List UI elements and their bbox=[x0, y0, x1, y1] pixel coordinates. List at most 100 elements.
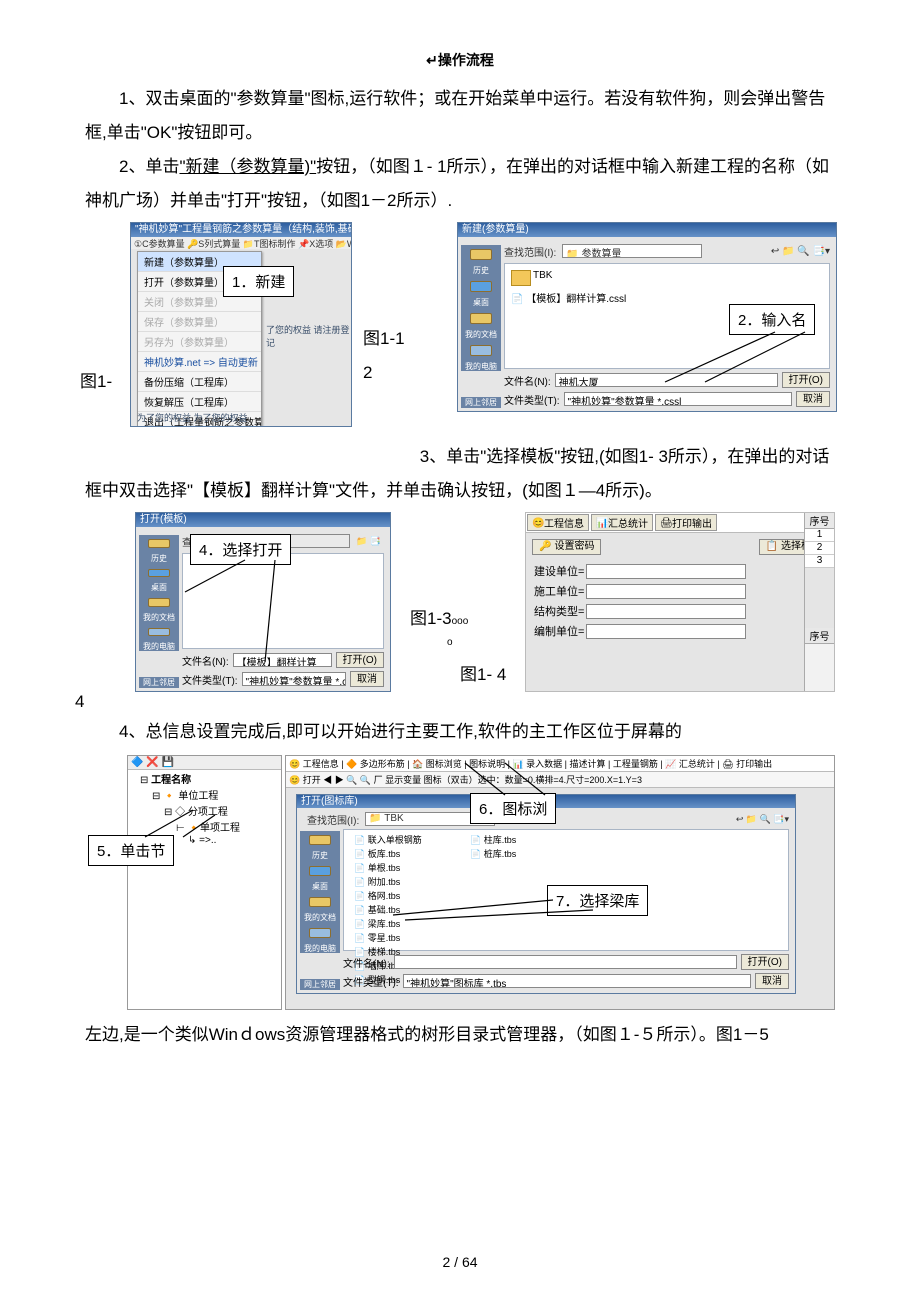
file-item[interactable]: 📄 格网.tbs bbox=[354, 889, 422, 902]
fname-label: 文件名(N): bbox=[504, 373, 551, 388]
menu-restore[interactable]: 恢复解压（工程库） bbox=[138, 392, 261, 412]
fig3-file-area[interactable] bbox=[182, 553, 384, 649]
cancel-button[interactable]: 取消 bbox=[796, 391, 830, 407]
paragraph-2: 2、单击"新建（参数算量)"按钮，（如图１- 1所示），在弹出的对话框中输入新建… bbox=[85, 150, 835, 218]
page-number: 2 / 64 bbox=[0, 1254, 920, 1270]
file-item[interactable]: 📄 桩库.tbs bbox=[470, 847, 516, 860]
nav-icons[interactable]: ↩ 📁 🔍 📑▾ bbox=[736, 814, 789, 825]
desktop-icon[interactable] bbox=[148, 569, 170, 578]
menu-backup[interactable]: 备份压缩（工程库） bbox=[138, 372, 261, 392]
fig4-panel: 😊工程信息 📊汇总统计 🖨打印输出 🔑 设置密码 📋 选择模板 建设单位= 施工… bbox=[525, 512, 835, 692]
mydocs-icon[interactable] bbox=[309, 897, 331, 907]
grid-row: 2 bbox=[805, 542, 834, 555]
cancel-button[interactable]: 取消 bbox=[350, 671, 384, 687]
fname-label: 文件名(N): bbox=[182, 653, 229, 668]
tree-l2[interactable]: ⊟ ◇ 分项工程 ⊢ 🔸单项工程 ↳ =>.. bbox=[164, 802, 281, 849]
set-password-button[interactable]: 🔑 设置密码 bbox=[532, 539, 601, 555]
ftype-label: 文件类型(T): bbox=[182, 672, 238, 687]
callout-2-input: 2．输入名 bbox=[729, 304, 815, 335]
tab-projinfo[interactable]: 😊工程信息 bbox=[527, 514, 589, 531]
p2-underline: "新建（参数算量)" bbox=[179, 157, 316, 176]
file-item[interactable]: 📄 【模板】翻样计算.cssl bbox=[511, 290, 626, 305]
field-struct: 结构类型= bbox=[526, 601, 834, 621]
desktop-icon[interactable] bbox=[309, 866, 331, 876]
fig5-tree[interactable]: 🔷 ❌ 💾 ⊟ 工程名称 ⊟ 🔸 单位工程 ⊟ ◇ 分项工程 ⊢ 🔸单项工程 ↳… bbox=[127, 755, 282, 1010]
fig4-label: 图1- 4 bbox=[460, 660, 506, 685]
fig2-titlebar: 新建(参数算量) bbox=[458, 223, 836, 237]
callout-1-new: 1．新建 bbox=[223, 266, 294, 297]
tree-l4[interactable]: ↳ =>.. bbox=[188, 834, 281, 847]
mycomputer-icon[interactable] bbox=[470, 345, 492, 356]
file-item[interactable]: 📄 附加.tbs bbox=[354, 875, 422, 888]
file-item[interactable]: 📄 单根.tbs bbox=[354, 861, 422, 874]
tab-print[interactable]: 🖨打印输出 bbox=[655, 514, 717, 531]
folder-icon[interactable] bbox=[511, 270, 531, 286]
struct-input[interactable] bbox=[586, 604, 746, 619]
mydocs-icon[interactable] bbox=[470, 313, 492, 324]
netplaces-label[interactable]: 网上邻居 bbox=[300, 979, 340, 990]
file-item[interactable]: 📄 零星.tbs bbox=[354, 931, 422, 944]
open-button[interactable]: 打开(O) bbox=[336, 652, 384, 668]
history-icon[interactable] bbox=[309, 835, 331, 845]
tree-l3[interactable]: ⊢ 🔸单项工程 ↳ =>.. bbox=[176, 818, 281, 848]
ftype-input[interactable]: "神机妙算"参数算量 *.cssl bbox=[564, 392, 792, 406]
folder-name[interactable]: TBK bbox=[533, 270, 552, 281]
ftype-label: 文件类型(T): bbox=[504, 392, 560, 407]
nav-icons[interactable]: ↩ 📁 🔍 📑▾ bbox=[771, 246, 830, 257]
file-item[interactable]: 📄 板库.tbs bbox=[354, 847, 422, 860]
paragraph-4: 4、总信息设置完成后,即可以开始进行主要工作,软件的主工作区位于屏幕的 bbox=[85, 715, 835, 749]
menu-update[interactable]: 神机妙算.net => 自动更新 bbox=[138, 352, 261, 372]
history-icon[interactable] bbox=[148, 539, 170, 548]
mycomputer-icon[interactable] bbox=[148, 628, 170, 637]
netplaces-label[interactable]: 网上邻居 bbox=[139, 677, 179, 688]
page-title: ↵操作流程 bbox=[85, 50, 835, 70]
chart-icon: 📊 bbox=[596, 518, 606, 528]
fname-input[interactable] bbox=[394, 955, 737, 969]
printer-icon: 🖨 bbox=[660, 518, 670, 528]
field-builder: 建设单位= bbox=[526, 561, 834, 581]
desktop-icon[interactable] bbox=[470, 281, 492, 292]
callout-4-select: 4．选择打开 bbox=[190, 534, 291, 565]
callout-7-beam: 7．选择梁库 bbox=[547, 885, 648, 916]
paragraph-3: 3、单击"选择模板"按钮,(如图1- 3所示），在弹出的对话框中双击选择"【模板… bbox=[85, 440, 835, 508]
lookin-value[interactable]: 📁 参数算量 bbox=[562, 244, 702, 258]
open-button[interactable]: 打开(O) bbox=[741, 954, 789, 970]
tab-summary[interactable]: 📊汇总统计 bbox=[591, 514, 653, 531]
fig5-toolbar-1[interactable]: 😊 工程信息 | 🔶 多边形布筋 | 🏠 图标浏览 | 图标说明 | 📊 录入数… bbox=[286, 756, 834, 772]
netplaces-label[interactable]: 网上邻居 bbox=[461, 397, 501, 408]
grid-header: 序号 bbox=[805, 513, 834, 529]
open-button[interactable]: 打开(O) bbox=[782, 372, 830, 388]
construction-input[interactable] bbox=[586, 584, 746, 599]
menu-saveas: 另存为（参数算量） bbox=[138, 332, 261, 352]
grid-row: 1 bbox=[805, 529, 834, 542]
mycomputer-icon[interactable] bbox=[309, 928, 331, 938]
field-construction: 施工单位= bbox=[526, 581, 834, 601]
fig4-label-tail: 4 bbox=[75, 692, 84, 712]
ftype-input[interactable]: "神机妙算"图标库 *.tbs bbox=[403, 974, 751, 988]
menu-save: 保存（参数算量） bbox=[138, 312, 261, 332]
builder-input[interactable] bbox=[586, 564, 746, 579]
fig1-menubar: ①C参数算量 🔑S列式算量 📁T图标制作 📌X选项 📂W窗口 bbox=[131, 237, 351, 249]
file-item[interactable]: 📄 柱库.tbs bbox=[470, 833, 516, 846]
compile-input[interactable] bbox=[586, 624, 746, 639]
fig5-toolbar-2[interactable]: 😊 打开 ◀ ▶ 🔍 🔍 厂 显示变量 图标（双击）选中：数量=0.横排=4.尺… bbox=[286, 772, 834, 788]
fname-input[interactable]: 神机大厦 bbox=[555, 373, 778, 387]
fig5-sidebar: 历史 桌面 我的文档 我的电脑 bbox=[300, 831, 340, 953]
history-icon[interactable] bbox=[470, 249, 492, 260]
file-item[interactable]: 📄 联入单根钢筋 bbox=[354, 833, 422, 846]
file-item-beam[interactable]: 📄 梁库.tbs bbox=[354, 917, 422, 930]
paragraph-5: 左边,是一个类似Winｄows资源管理器格式的树形目录式管理器，（如图１-５所示… bbox=[85, 1018, 835, 1052]
ftype-input[interactable]: "神机妙算"参数算量 *.cssl bbox=[242, 672, 346, 686]
fig1-side-note: 了您的权益 请注册登记 bbox=[266, 323, 351, 349]
mydocs-icon[interactable] bbox=[148, 598, 170, 607]
fig1-footer-note: 为了您的权益 为了您的权益 bbox=[137, 411, 345, 424]
fig1-titlebar: "神机妙算"工程量钢筋之参数算量（结构,装饰,基础钢筋,安装,市政,公 bbox=[131, 223, 351, 237]
fig4-grid: 序号 1 2 3 序号 bbox=[804, 513, 834, 691]
fname-input[interactable]: 【模板】翻样计算 bbox=[233, 653, 332, 667]
fig2-sidebar: 历史 桌面 我的文档 我的电脑 bbox=[461, 245, 501, 371]
fig3-titlebar: 打开(模板) bbox=[136, 513, 390, 527]
file-item[interactable]: 📄 基础.tbs bbox=[354, 903, 422, 916]
nav-icons[interactable]: 📁 📑 bbox=[356, 536, 381, 547]
cancel-button[interactable]: 取消 bbox=[755, 973, 789, 989]
fig3-label: 图1-3ooo bbox=[410, 604, 468, 629]
